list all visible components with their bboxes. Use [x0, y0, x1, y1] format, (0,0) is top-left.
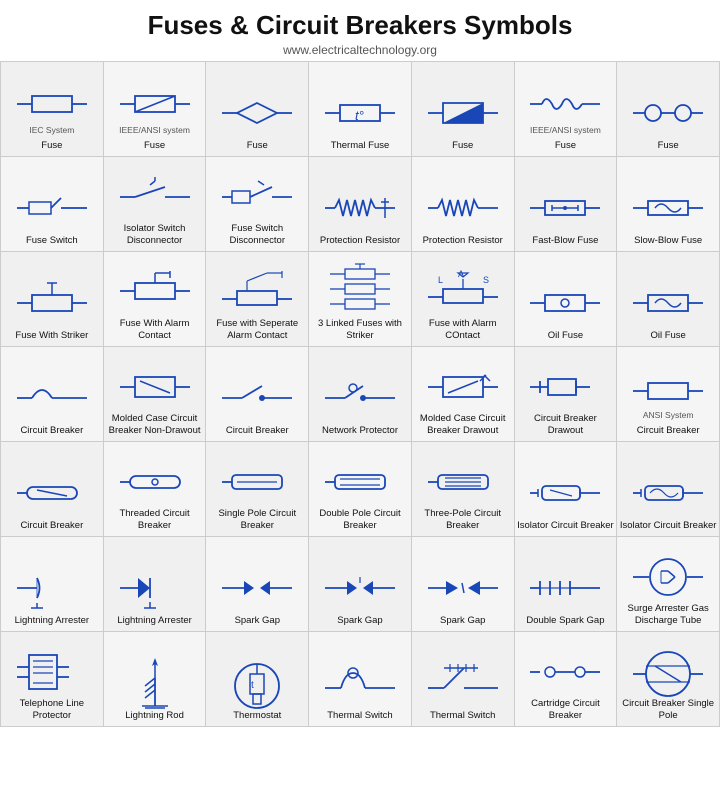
cell-fuse-circles: Fuse	[617, 62, 720, 157]
cell-cartridge-cb: Cartridge Circuit Breaker	[515, 632, 618, 727]
cell-fast-blow-fuse: Fast-Blow Fuse	[515, 157, 618, 252]
cell-spark-gap3: Spark Gap	[412, 537, 515, 632]
cell-cb-drawout: Circuit Breaker Drawout	[515, 347, 618, 442]
cell-fuse-switch-disconnector: Fuse Switch Disconnector	[206, 157, 309, 252]
symbol-grid: IEC System Fuse IEEE/ANSI system Fuse Fu…	[0, 61, 720, 727]
cell-spark-gap2: Spark Gap	[309, 537, 412, 632]
svg-text:L: L	[438, 275, 443, 285]
svg-text:t°: t°	[355, 108, 364, 123]
cell-double-spark-gap: Double Spark Gap	[515, 537, 618, 632]
cell-lightning-arrester1: Lightning Arrester	[1, 537, 104, 632]
cell-protection-resistor1: Protection Resistor	[309, 157, 412, 252]
page-title: Fuses & Circuit Breakers Symbols	[0, 10, 720, 41]
cell-telephone-protector: Telephone Line Protector	[1, 632, 104, 727]
cell-cb1: Circuit Breaker	[1, 347, 104, 442]
svg-text:S: S	[483, 275, 489, 285]
cell-isolator-cb2: Isolator Circuit Breaker	[617, 442, 720, 537]
cell-isolator-switch: Isolator Switch Disconnector	[104, 157, 207, 252]
cell-3-linked-fuses: 3 Linked Fuses with Striker	[309, 252, 412, 347]
cell-oil-fuse1: Oil Fuse	[515, 252, 618, 347]
cell-fuse-switch: Fuse Switch	[1, 157, 104, 252]
cell-ieee-fuse1: IEEE/ANSI system Fuse	[104, 62, 207, 157]
cell-fuse-squiggle: IEEE/ANSI system Fuse	[515, 62, 618, 157]
cell-fuse-diamond: Fuse	[206, 62, 309, 157]
cell-isolator-cb1: Isolator Circuit Breaker	[515, 442, 618, 537]
cell-thermal-fuse: t° Thermal Fuse	[309, 62, 412, 157]
cell-thermal-switch2: Thermal Switch	[412, 632, 515, 727]
cell-fuse-alarm: Fuse With Alarm Contact	[104, 252, 207, 347]
cell-network-protector: Network Protector	[309, 347, 412, 442]
cell-surge-arrester: Surge Arrester Gas Discharge Tube	[617, 537, 720, 632]
cell-thermal-switch1: Thermal Switch	[309, 632, 412, 727]
page-header: Fuses & Circuit Breakers Symbols www.ele…	[0, 0, 720, 61]
cell-lightning-arrester2: Lightning Arrester	[104, 537, 207, 632]
cell-fuse-separate-alarm: Fuse with Seperate Alarm Contact	[206, 252, 309, 347]
cell-single-pole-cb: Single Pole Circuit Breaker	[206, 442, 309, 537]
cell-protection-resistor2: Protection Resistor	[412, 157, 515, 252]
cell-fuse-alarm-ieee: L S A Fuse with Alarm COntact	[412, 252, 515, 347]
cell-oil-fuse2: Oil Fuse	[617, 252, 720, 347]
cell-fuse-triangle: Fuse	[412, 62, 515, 157]
cell-molded-case-drawout: Molded Case Circuit Breaker Drawout	[412, 347, 515, 442]
cell-lightning-rod: Lightning Rod	[104, 632, 207, 727]
cell-cb-ansi: ANSI System Circuit Breaker	[617, 347, 720, 442]
page-subtitle: www.electricaltechnology.org	[0, 43, 720, 57]
cell-three-pole-cb: Three-Pole Circuit Breaker	[412, 442, 515, 537]
cell-cb-capsule1: Circuit Breaker	[1, 442, 104, 537]
cell-spark-gap1: Spark Gap	[206, 537, 309, 632]
cell-slow-blow-fuse: Slow-Blow Fuse	[617, 157, 720, 252]
cell-thermostat: t Thermostat	[206, 632, 309, 727]
cell-iec-fuse: IEC System Fuse	[1, 62, 104, 157]
svg-text:t: t	[251, 680, 254, 691]
cell-molded-case-cb: Molded Case Circuit Breaker Non-Drawout	[104, 347, 207, 442]
cell-cb2: Circuit Breaker	[206, 347, 309, 442]
cell-cb-single-pole: Circuit Breaker Single Pole	[617, 632, 720, 727]
cell-threaded-cb: Threaded Circuit Breaker	[104, 442, 207, 537]
cell-fuse-striker: Fuse With Striker	[1, 252, 104, 347]
cell-double-pole-cb: Double Pole Circuit Breaker	[309, 442, 412, 537]
